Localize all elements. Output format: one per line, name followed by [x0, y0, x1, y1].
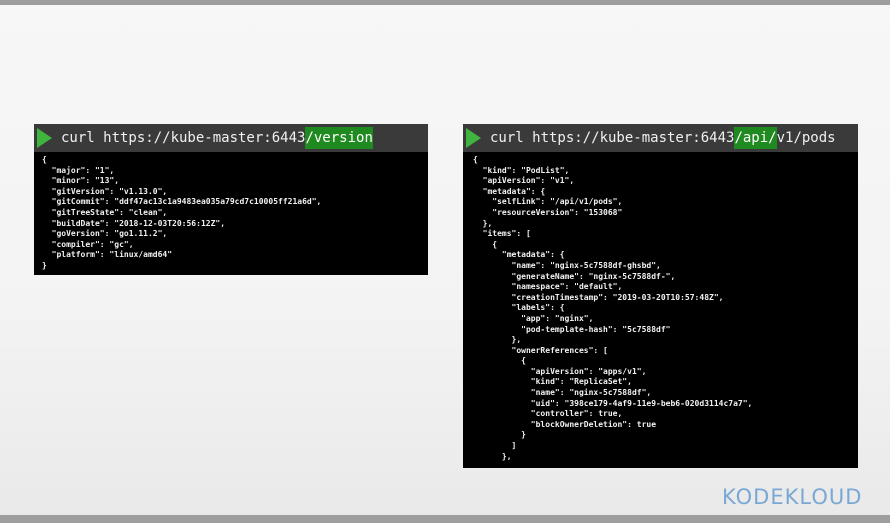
play-icon [37, 128, 52, 148]
terminal-output: { "kind": "PodList", "apiVersion": "v1",… [473, 155, 753, 461]
terminal-command-bar: curl https://kube-master:6443/api/v1/pod… [463, 124, 858, 152]
bottom-border [0, 515, 890, 523]
top-border [0, 0, 890, 5]
pods-terminal: curl https://kube-master:6443/api/v1/pod… [463, 124, 858, 468]
command-highlight: /version [305, 127, 373, 149]
command-prefix: curl https://kube-master:6443 [490, 130, 735, 146]
command-highlight: /api/ [734, 127, 777, 149]
terminal-command-bar: curl https://kube-master:6443/version [34, 124, 428, 152]
command-prefix: curl https://kube-master:6443 [61, 130, 306, 146]
kodekloud-logo: KODEKLOUD [722, 485, 863, 509]
command-suffix: v1/pods [776, 130, 836, 146]
terminal-output: { "major": "1", "minor": "13", "gitVersi… [42, 155, 322, 270]
version-terminal: curl https://kube-master:6443/version { … [34, 124, 428, 275]
play-icon [466, 128, 481, 148]
